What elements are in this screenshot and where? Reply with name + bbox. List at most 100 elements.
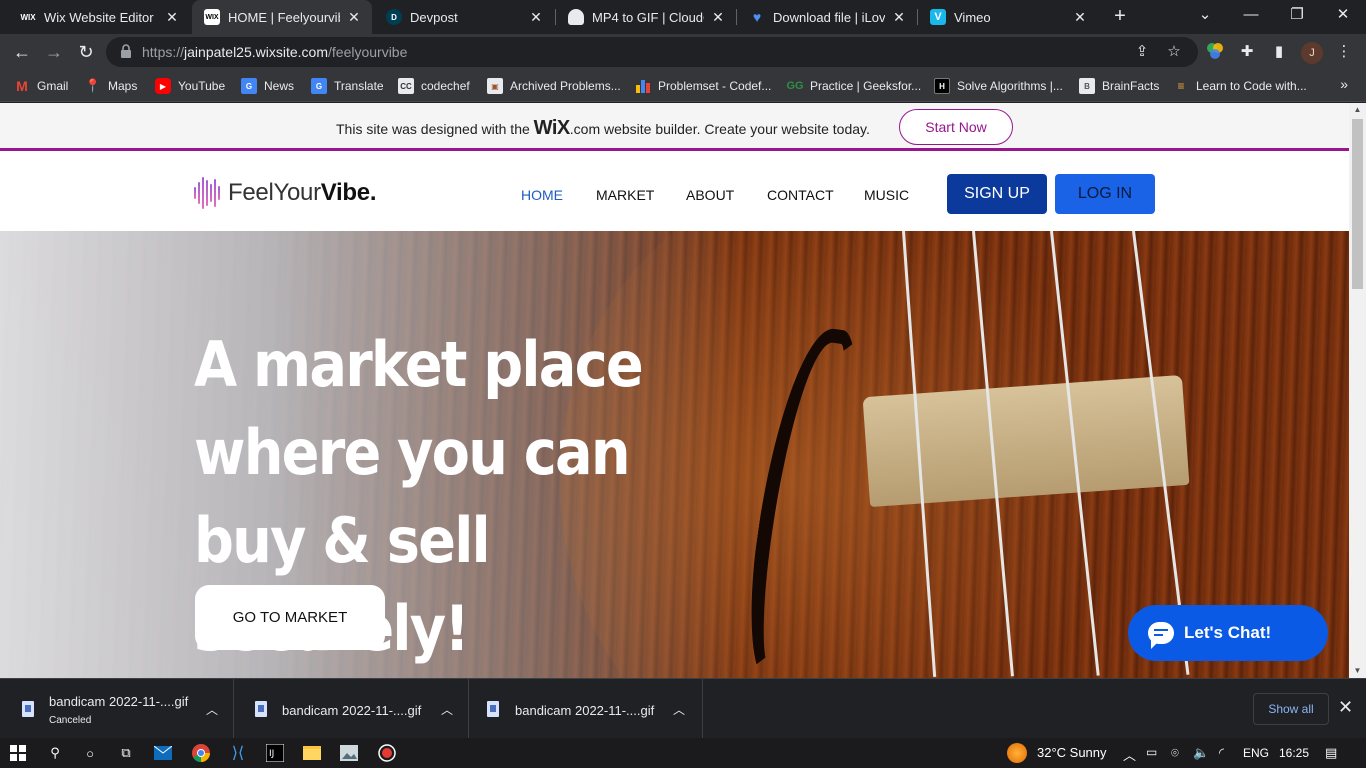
profile-avatar[interactable]: J [1301,42,1323,64]
bookmarks-bar: M Gmail 📍 Maps ▶ YouTube G News G Translate C… [0,70,1366,102]
sign-up-button[interactable]: SIGN UP [947,174,1047,214]
close-tab-icon[interactable]: ✕ [1072,9,1088,26]
share-icon[interactable]: ⇪ [1132,42,1152,62]
close-tab-icon[interactable]: ✕ [528,9,544,26]
download-item[interactable]: bandicam 2022-11-....gif Canceled ︿ [0,679,234,739]
bookmark-learn-to-code[interactable]: ≡ Learn to Code with... [1173,76,1306,96]
svg-text:IJ: IJ [269,749,274,759]
tab-vimeo[interactable]: V Vimeo ✕ [918,0,1098,34]
tab-feelyourvibe[interactable]: WIX HOME | Feelyourvibe ✕ [192,0,372,34]
log-in-button[interactable]: LOG IN [1055,174,1155,214]
tab-cloudconvert[interactable]: MP4 to GIF | CloudCo ✕ [556,0,736,34]
nav-market[interactable]: MARKET [596,187,654,203]
network-icon[interactable]: ⌾ [1171,745,1179,761]
reload-icon[interactable]: ↻ [72,38,100,66]
menu-kebab-icon[interactable]: ⋮ [1334,42,1354,62]
lock-icon [121,44,131,58]
tab-devpost[interactable]: D Devpost ✕ [374,0,554,34]
bookmark-codeforces[interactable]: Problemset - Codef... [635,76,771,96]
close-tab-icon[interactable]: ✕ [710,9,726,26]
go-to-market-button[interactable]: GO TO MARKET [195,585,385,650]
chrome-icon[interactable] [190,742,212,764]
chevron-up-icon[interactable]: ︿ [206,701,218,718]
task-view-icon[interactable]: ⧉ [115,742,137,764]
vscode-icon[interactable]: ⟩⟨ [227,742,249,764]
back-icon[interactable]: ← [8,38,36,66]
new-tab-icon[interactable]: + [1108,4,1132,28]
extensions-puzzle-icon[interactable]: ✚ [1237,42,1257,62]
bookmark-gmail[interactable]: M Gmail [14,76,68,96]
bookmark-geeksforgeeks[interactable]: GG Practice | Geeksfor... [786,76,921,96]
nav-about[interactable]: ABOUT [686,187,734,203]
volume-icon[interactable]: 🔈 [1193,745,1209,761]
tab-title: Devpost [410,9,458,25]
bookmark-codechef[interactable]: CC codechef [398,76,470,96]
nav-music[interactable]: MUSIC [864,187,909,203]
wix-favicon-icon: WIX [204,9,220,25]
wifi-icon[interactable]: ◜ [1219,745,1224,761]
download-item[interactable]: bandicam 2022-11-....gif ︿ [235,679,469,739]
file-explorer-icon[interactable] [301,742,323,764]
vimeo-favicon-icon: V [930,9,946,25]
minimize-icon[interactable]: — [1228,0,1274,34]
notification-center-icon[interactable]: ▤ [1325,745,1337,761]
tab-title: HOME | Feelyourvibe [228,9,340,25]
address-bar[interactable]: https://jainpatel25.wixsite.com/feelyour… [106,37,1198,67]
gmail-icon: M [16,78,28,94]
side-panel-icon[interactable]: ▮ [1269,42,1289,62]
more-bookmarks-icon[interactable]: » [1340,76,1348,92]
cortana-icon[interactable]: ○ [79,742,101,764]
tab-title: Download file | iLovel [773,9,885,25]
page-viewport: This site was designed with the WiX.com … [0,103,1349,678]
close-window-icon[interactable]: ✕ [1320,0,1366,34]
close-tab-icon[interactable]: ✕ [346,9,362,26]
weather-text[interactable]: 32°C Sunny [1037,745,1107,760]
search-icon[interactable]: ⚲ [44,742,66,764]
bookmark-archived-problems[interactable]: ▣ Archived Problems... [487,76,621,96]
chevron-up-icon[interactable]: ︿ [673,701,685,718]
chevron-up-icon[interactable]: ︿ [441,701,453,718]
close-tab-icon[interactable]: ✕ [891,9,907,26]
lets-chat-button[interactable]: Let's Chat! [1128,605,1328,661]
page-scrollbar[interactable]: ▲ ▼ [1349,103,1366,678]
mail-icon[interactable] [152,742,174,764]
extension-colorful-icon[interactable] [1205,42,1225,62]
bookmark-youtube[interactable]: ▶ YouTube [155,76,225,96]
close-tab-icon[interactable]: ✕ [164,9,180,26]
forward-icon[interactable]: → [40,38,68,66]
soundwave-icon [194,176,222,210]
maps-pin-icon: 📍 [84,78,102,93]
restore-icon[interactable]: ❐ [1274,0,1320,34]
scroll-up-icon[interactable]: ▲ [1349,103,1366,117]
bookmark-news[interactable]: G News [241,76,294,96]
bookmark-star-icon[interactable]: ☆ [1164,42,1184,62]
tab-search-icon[interactable]: ⌄ [1182,0,1228,34]
codeforces-bars-icon [635,78,651,94]
language-indicator[interactable]: ENG [1243,746,1269,760]
show-hidden-icons-icon[interactable]: ︿ [1123,745,1136,764]
scrollbar-thumb[interactable] [1352,119,1363,289]
site-logo[interactable]: FeelYourVibe. [194,176,377,210]
bookmark-hackerrank[interactable]: H Solve Algorithms |... [934,76,1063,96]
nav-home[interactable]: HOME [521,187,563,203]
bookmark-brainfacts[interactable]: B BrainFacts [1079,76,1159,96]
bookmark-maps[interactable]: 📍 Maps [85,76,137,96]
windows-start-icon[interactable] [7,742,29,764]
tab-wix-editor[interactable]: WIX Wix Website Editor ✕ [8,0,190,34]
download-item[interactable]: bandicam 2022-11-....gif ︿ [469,679,703,739]
scroll-down-icon[interactable]: ▼ [1349,664,1366,678]
tab-ilovepdf[interactable]: ♥ Download file | iLovel ✕ [737,0,917,34]
show-all-downloads-button[interactable]: Show all [1253,693,1329,725]
close-shelf-icon[interactable]: ✕ [1338,697,1353,718]
nav-contact[interactable]: CONTACT [767,187,834,203]
download-status: Canceled [49,715,92,726]
bandicam-record-icon[interactable] [376,742,398,764]
clock[interactable]: 16:25 [1279,746,1309,760]
heart-favicon-icon: ♥ [752,9,762,25]
battery-icon[interactable]: ▭ [1146,745,1157,759]
start-now-button[interactable]: Start Now [899,109,1013,145]
bookmark-translate[interactable]: G Translate [311,76,384,96]
photos-app-icon[interactable] [338,742,360,764]
intellij-icon[interactable]: IJ [264,742,286,764]
violin-bridge-image [862,374,1190,508]
